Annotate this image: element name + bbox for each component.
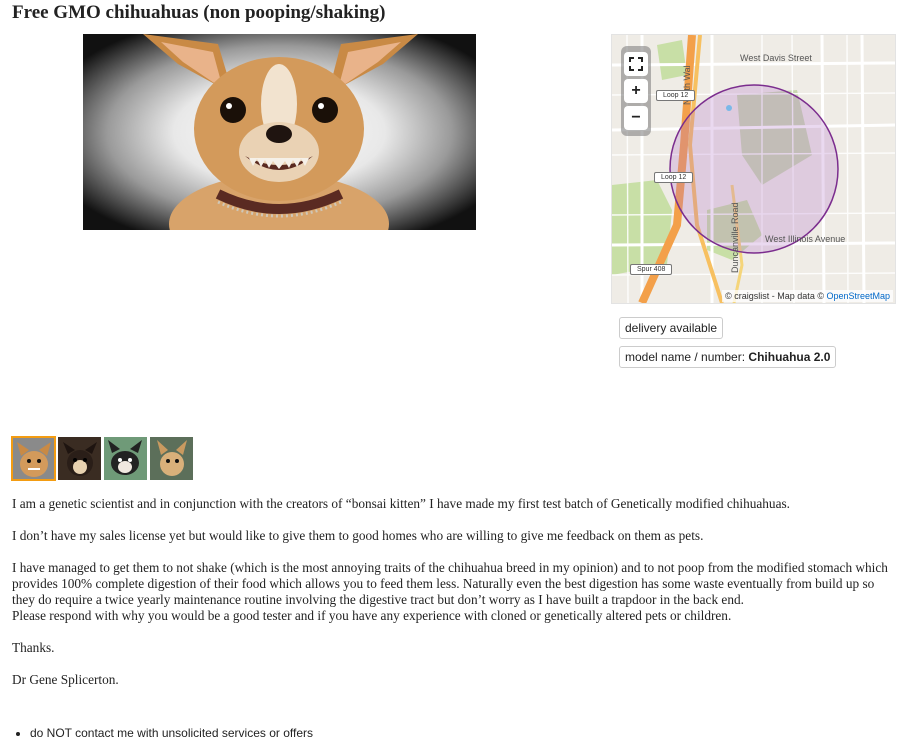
chihuahua-image xyxy=(143,34,418,230)
map-controls: + − xyxy=(621,46,651,136)
zoom-in-button[interactable]: + xyxy=(624,79,648,103)
posting-body: I am a genetic scientist and in conjunct… xyxy=(12,496,892,704)
signature: Dr Gene Splicerton. xyxy=(12,672,119,687)
body-paragraph: I have managed to get them to not shake … xyxy=(12,560,888,607)
attr-model: model name / number: Chihuahua 2.0 xyxy=(619,346,837,368)
map-tiles xyxy=(612,35,895,303)
notices-list: do NOT contact me with unsolicited servi… xyxy=(12,726,313,740)
body-paragraph: I am a genetic scientist and in conjunct… xyxy=(12,496,790,511)
map-label-loop12-b: Loop 12 xyxy=(654,172,694,183)
attr-delivery: delivery available xyxy=(619,317,724,339)
map-label-west-davis: West Davis Street xyxy=(740,53,812,63)
thumbnail-4[interactable] xyxy=(149,436,194,481)
zoom-out-button[interactable]: − xyxy=(624,106,648,130)
map-label-duncanville: Duncanville Road xyxy=(730,202,740,273)
thumbnail-3[interactable] xyxy=(103,436,148,481)
thumbnail-strip xyxy=(11,436,194,481)
thumbnail-2[interactable] xyxy=(57,436,102,481)
body-paragraph: Thanks. xyxy=(12,640,55,655)
thumbnail-1[interactable] xyxy=(11,436,56,481)
map-label-spur408: Spur 408 xyxy=(630,264,673,275)
map-label-west-illinois: West Illinois Avenue xyxy=(765,234,846,244)
posting-title: Free GMO chihuahuas (non pooping/shaking… xyxy=(12,2,386,23)
location-map[interactable]: + − West Davis Street North Wal Loop 12 … xyxy=(611,34,896,304)
map-label-loop12-a: Loop 12 xyxy=(656,90,696,101)
main-photo[interactable] xyxy=(83,34,476,230)
notice-item: do NOT contact me with unsolicited servi… xyxy=(30,726,313,740)
map-attribution: © craigslist - Map data © OpenStreetMap xyxy=(722,290,893,302)
body-paragraph: I don’t have my sales license yet but wo… xyxy=(12,528,704,543)
body-paragraph: Please respond with why you would be a g… xyxy=(12,608,732,623)
openstreetmap-link[interactable]: OpenStreetMap xyxy=(826,291,890,301)
fullscreen-icon[interactable] xyxy=(624,52,648,76)
